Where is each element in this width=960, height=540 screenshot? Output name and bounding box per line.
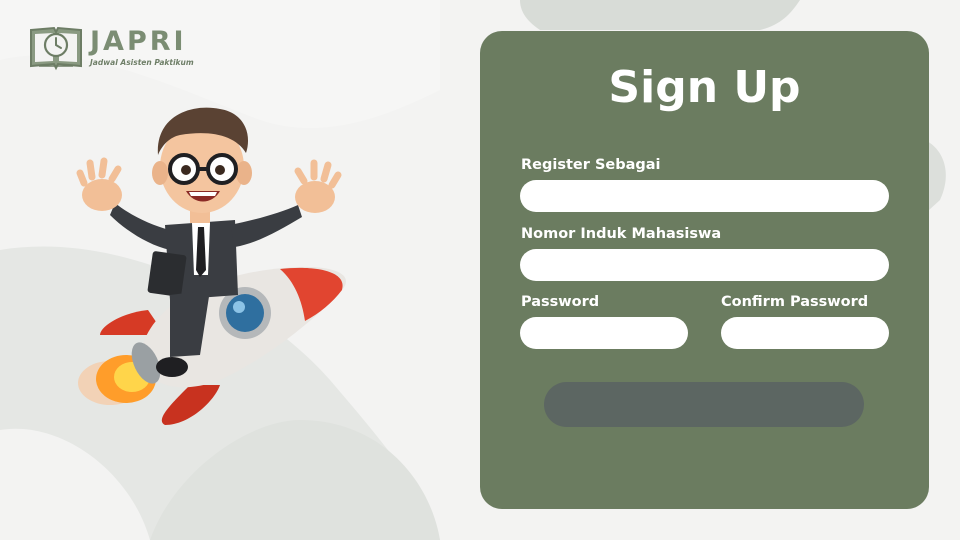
password-label: Password xyxy=(521,294,600,310)
rocket-character-illustration xyxy=(76,107,346,425)
book-clock-logo-icon xyxy=(28,22,84,72)
page-title: Sign Up xyxy=(608,62,801,113)
student-id-field[interactable] xyxy=(520,249,889,281)
register-as-label: Register Sebagai xyxy=(521,157,661,173)
signup-submit-button[interactable] xyxy=(544,382,864,427)
password-field[interactable] xyxy=(520,317,688,349)
brand-name: JAPRI xyxy=(90,25,187,57)
confirm-password-field[interactable] xyxy=(721,317,889,349)
confirm-password-label: Confirm Password xyxy=(721,294,869,310)
brand-logo[interactable]: JAPRI Jadwal Asisten Paktikum xyxy=(28,22,194,72)
brand-tagline: Jadwal Asisten Paktikum xyxy=(90,57,194,67)
student-id-label: Nomor Induk Mahasiswa xyxy=(521,226,722,242)
register-as-field[interactable] xyxy=(520,180,889,212)
